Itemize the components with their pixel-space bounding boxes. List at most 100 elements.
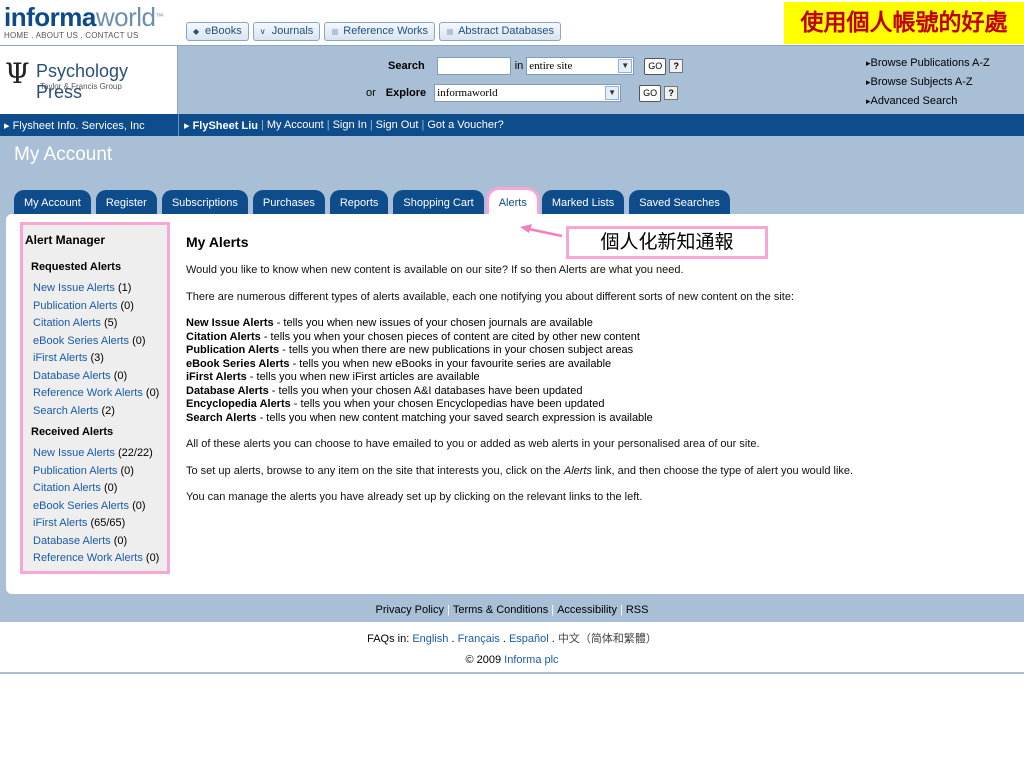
faq-languages: FAQs in: English . Français . Español . … [367, 633, 657, 645]
tab-abstract-databases[interactable]: ▦ Abstract Databases [439, 22, 562, 41]
callout-arrow-icon [520, 224, 563, 238]
alert-type-name: iFirst Alerts [186, 371, 247, 383]
sidebar-alert-link[interactable]: iFirst Alerts [33, 352, 87, 364]
privacy-policy-link[interactable]: Privacy Policy [376, 604, 444, 616]
chevron-icon: ∨ [259, 27, 266, 36]
search-help-button[interactable]: ? [669, 59, 684, 73]
faq-english-link[interactable]: English [412, 633, 448, 645]
sidebar-alert-link[interactable]: eBook Series Alerts [33, 500, 129, 512]
types-intro-text: There are numerous different types of al… [186, 290, 795, 303]
sidebar-alert-link[interactable]: Publication Alerts [33, 300, 117, 312]
alert-count: (0) [113, 369, 128, 382]
chevron-down-icon: ▼ [605, 86, 620, 100]
tab-my-account[interactable]: My Account [14, 190, 91, 214]
account-nav-bar: ▸ Flysheet Info. Services, Inc ▸ FlyShee… [0, 114, 1024, 136]
alert-count: (65/65) [90, 517, 126, 529]
personalized-alerts-callout: 個人化新知通報 [566, 226, 768, 259]
tab-saved-searches[interactable]: Saved Searches [629, 190, 730, 214]
sign-out-link[interactable]: Sign Out [376, 119, 419, 132]
terms-link[interactable]: Terms & Conditions [453, 604, 548, 616]
product-tabs: ◆ eBooks ∨ Journals ▦ Reference Works ▦ Abst… [186, 22, 562, 41]
tab-reports[interactable]: Reports [329, 190, 389, 214]
sidebar-alert-link[interactable]: Citation Alerts [33, 482, 101, 494]
search-input[interactable] [436, 57, 511, 75]
faq-spanish-link[interactable]: Español [509, 633, 549, 645]
sidebar-alert-item: New Issue Alerts (22/22) [33, 445, 167, 463]
tab-reference-works[interactable]: ▦ Reference Works [324, 22, 436, 41]
sign-in-link[interactable]: Sign In [333, 119, 367, 132]
rss-link[interactable]: RSS [626, 604, 649, 616]
sidebar-alert-link[interactable]: Database Alerts [33, 535, 111, 547]
sidebar-alert-link[interactable]: Search Alerts [33, 405, 98, 417]
alert-count: (0) [103, 482, 118, 494]
browse-publications-link[interactable]: Browse Publications A-Z [866, 54, 990, 73]
browse-subjects-link[interactable]: Browse Subjects A-Z [866, 73, 990, 92]
alert-type-row: iFirst Alerts - tells you when new iFirs… [186, 371, 1016, 385]
brand-sub: world [95, 2, 156, 32]
sidebar-alert-link[interactable]: Publication Alerts [33, 465, 117, 477]
alert-type-name: eBook Series Alerts [186, 357, 290, 370]
copyright: © 2009 Informa plc [465, 654, 559, 666]
alert-type-name: Encyclopedia Alerts [186, 398, 291, 410]
sidebar-alert-item: Reference Work Alerts (0) [33, 550, 167, 568]
voucher-link[interactable]: Got a Voucher? [427, 119, 503, 132]
accessibility-link[interactable]: Accessibility [557, 604, 617, 616]
publisher-logo[interactable]: Ψ Psychology Press Taylor & Francis Grou… [0, 46, 178, 114]
search-scope-select[interactable]: entire site ▼ [526, 57, 635, 75]
sidebar-alert-item: Publication Alerts (0) [33, 463, 167, 481]
publisher-sub: Taylor & Francis Group [40, 82, 122, 91]
alert-type-desc: - tells you when your chosen Encyclopedi… [290, 398, 605, 410]
sidebar-alert-link[interactable]: Reference Work Alerts [33, 552, 143, 564]
user-name[interactable]: ▸ FlySheet Liu [184, 119, 258, 132]
explore-row: or Explore informaworld ▼ GO ? [366, 84, 679, 102]
my-account-link[interactable]: My Account [267, 119, 324, 132]
sidebar-alert-link[interactable]: Citation Alerts [33, 317, 101, 329]
tab-marked-lists[interactable]: Marked Lists [541, 190, 625, 214]
search-go-button[interactable]: GO [644, 57, 667, 75]
sidebar-alert-link[interactable]: Database Alerts [33, 370, 111, 382]
alert-type-name: Database Alerts [186, 384, 269, 397]
tab-ebooks[interactable]: ◆ eBooks [186, 22, 249, 41]
alerts-link-mention: Alerts [563, 464, 592, 477]
requested-alerts-list: New Issue Alerts (1) Publication Alerts (… [25, 280, 167, 420]
search-row: Search in entire site ▼ GO ? [388, 57, 684, 75]
sidebar-alert-item: eBook Series Alerts (0) [33, 498, 167, 516]
tab-purchases[interactable]: Purchases [252, 190, 325, 214]
sidebar-alert-link[interactable]: New Issue Alerts [33, 282, 115, 294]
psi-icon: Ψ [5, 57, 30, 90]
informa-link[interactable]: Informa plc [504, 654, 558, 666]
explore-go-button[interactable]: GO [639, 84, 662, 102]
sidebar-alert-link[interactable]: iFirst Alerts [33, 517, 87, 529]
alert-types-list: New Issue Alerts - tells you when new is… [186, 317, 1016, 425]
tab-journals[interactable]: ∨ Journals [252, 22, 321, 41]
sidebar-alert-link[interactable]: Reference Work Alerts [33, 387, 143, 399]
sidebar-alert-link[interactable]: New Issue Alerts [33, 447, 115, 459]
organization-link[interactable]: ▸ Flysheet Info. Services, Inc [4, 119, 145, 132]
tab-alerts[interactable]: Alerts [485, 187, 540, 217]
alert-type-desc: - tells you when your chosen A&I databas… [268, 384, 583, 397]
alert-type-desc: - tells you when new iFirst articles are… [246, 371, 480, 383]
alert-type-desc: - tells you when there are new publicati… [279, 344, 634, 356]
intro-text: Would you like to know when new content … [186, 264, 684, 276]
faq-chinese-link[interactable]: 中文（简体和繁體） [558, 633, 657, 645]
alert-count: (22/22) [117, 447, 153, 459]
alert-count: (1) [117, 282, 132, 294]
sidebar-alert-item: Database Alerts (0) [33, 368, 167, 386]
tab-subscriptions[interactable]: Subscriptions [161, 190, 248, 214]
user-links: ▸ FlySheet Liu | My Account | Sign In | … [184, 119, 504, 132]
tab-shopping-cart[interactable]: Shopping Cart [393, 190, 484, 214]
alert-count: (0) [120, 299, 134, 312]
sidebar-alert-link[interactable]: eBook Series Alerts [33, 335, 129, 347]
alerts-content: My Alerts Would you like to know when ne… [186, 234, 1016, 518]
advanced-search-link[interactable]: Advanced Search [866, 92, 990, 111]
informaworld-logo[interactable]: informaworld™ HOME . ABOUT US . CONTACT … [4, 4, 163, 40]
brand-main: informa [4, 2, 96, 32]
faq-french-link[interactable]: Français [458, 633, 500, 645]
tab-register[interactable]: Register [95, 190, 157, 214]
main-panel: Alert Manager Requested Alerts New Issue… [6, 214, 1024, 594]
explore-help-button[interactable]: ? [664, 86, 679, 100]
header-links[interactable]: HOME . ABOUT US . CONTACT US [4, 31, 163, 40]
alert-type-name: Citation Alerts [186, 330, 261, 343]
explore-label: Explore [385, 87, 427, 99]
explore-select[interactable]: informaworld ▼ [434, 84, 622, 102]
